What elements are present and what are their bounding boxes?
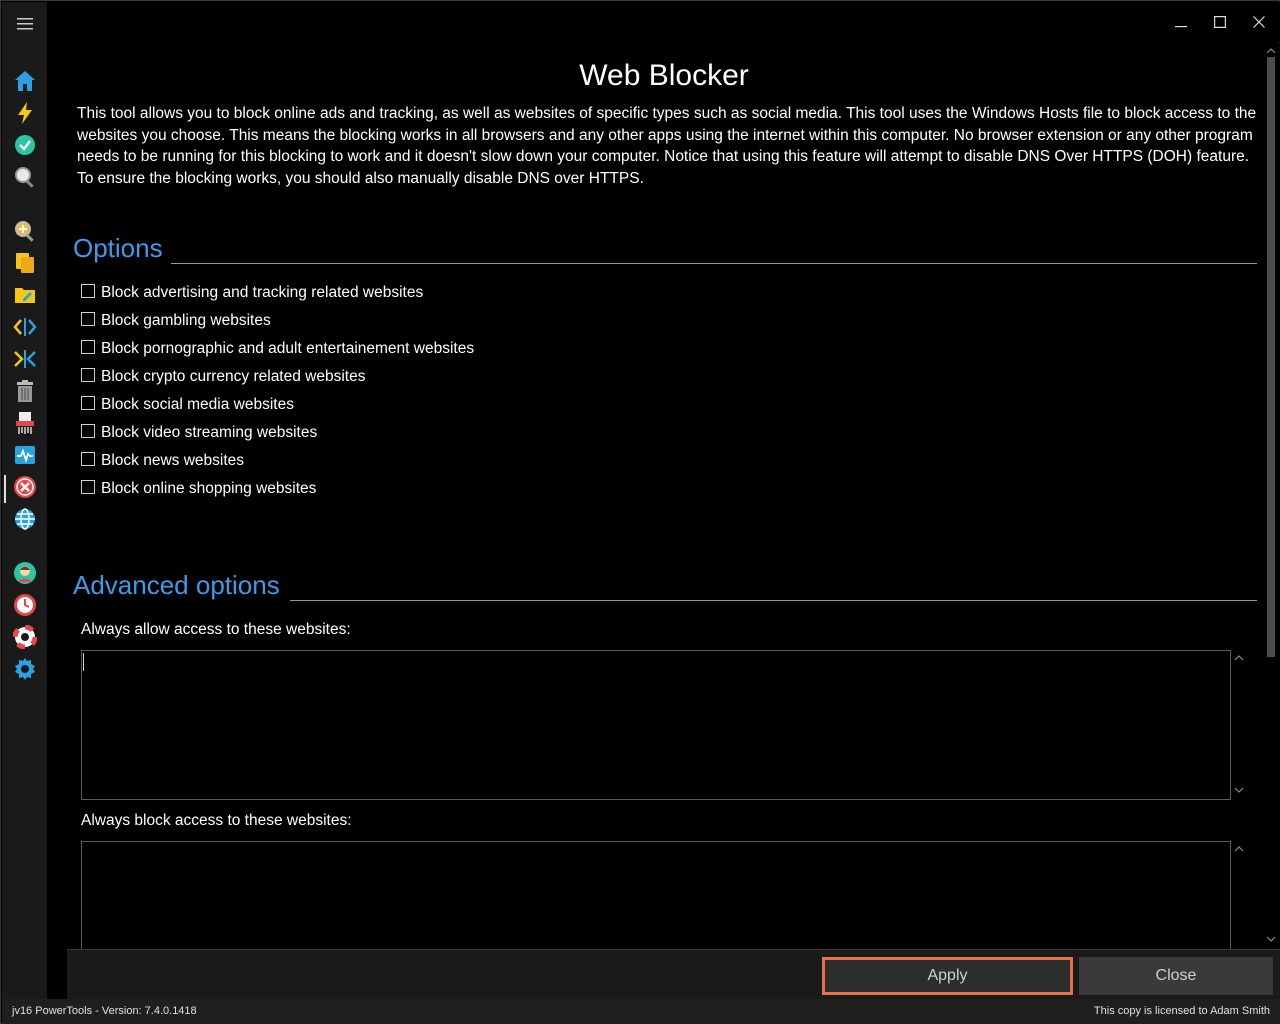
option-label: Block social media websites [101, 396, 294, 413]
maximize-icon[interactable] [1208, 10, 1232, 34]
options-heading: Options [73, 233, 163, 263]
option-shopping[interactable]: Block online shopping websites [81, 477, 316, 501]
option-news[interactable]: Block news websites [81, 449, 244, 473]
activity-chart-icon[interactable] [12, 442, 38, 468]
lightning-icon[interactable] [12, 100, 38, 126]
checkbox[interactable] [81, 284, 95, 298]
app-window: Web Blocker This tool allows you to bloc… [0, 0, 1280, 1024]
lifebuoy-icon[interactable] [12, 624, 38, 650]
checkbox[interactable] [81, 340, 95, 354]
folder-edit-icon[interactable] [12, 282, 38, 308]
option-gambling[interactable]: Block gambling websites [81, 309, 271, 333]
checkbox[interactable] [81, 368, 95, 382]
scroll-up-icon[interactable] [1233, 652, 1245, 664]
minimize-icon[interactable] [1169, 10, 1193, 34]
scroll-down-icon[interactable] [1233, 784, 1245, 796]
scroll-down-icon[interactable] [1265, 933, 1277, 945]
option-label: Block gambling websites [101, 312, 271, 329]
block-x-icon[interactable] [12, 474, 38, 500]
sidebar [2, 2, 47, 999]
home-icon[interactable] [12, 68, 38, 94]
options-divider [171, 263, 1257, 264]
merge-arrows-icon[interactable] [12, 346, 38, 372]
version-text: jv16 PowerTools - Version: 7.4.0.1418 [12, 1005, 197, 1017]
status-bar: jv16 PowerTools - Version: 7.4.0.1418 Th… [2, 999, 1280, 1024]
clock-icon[interactable] [12, 592, 38, 618]
text-caret [83, 653, 84, 671]
option-label: Block crypto currency related websites [101, 368, 366, 385]
trash-icon[interactable] [12, 378, 38, 404]
checkbox[interactable] [81, 312, 95, 326]
checkbox[interactable] [81, 424, 95, 438]
title-bar [47, 2, 1280, 42]
close-icon[interactable] [1247, 10, 1271, 34]
license-text: This copy is licensed to Adam Smith [1093, 1005, 1270, 1017]
scroll-up-icon[interactable] [1233, 843, 1245, 855]
page-title: Web Blocker [579, 59, 749, 92]
option-label: Block pornographic and adult entertainem… [101, 340, 475, 357]
option-social-media[interactable]: Block social media websites [81, 393, 294, 417]
magnifier-icon[interactable] [12, 164, 38, 190]
block-list-label: Always block access to these websites: [81, 812, 352, 829]
globe-icon[interactable] [12, 506, 38, 532]
close-button[interactable]: Close [1079, 957, 1273, 995]
advanced-divider [290, 600, 1257, 601]
scrollbar-thumb[interactable] [1267, 57, 1275, 657]
block-list-input[interactable] [81, 841, 1231, 949]
option-adult[interactable]: Block pornographic and adult entertainem… [81, 337, 474, 361]
active-indicator [4, 475, 6, 503]
code-arrows-icon[interactable] [12, 314, 38, 340]
shredder-icon[interactable] [12, 410, 38, 436]
checkbox[interactable] [81, 452, 95, 466]
advanced-heading: Advanced options [73, 570, 280, 600]
user-support-icon[interactable] [12, 560, 38, 586]
allow-list-scrollbar[interactable] [1231, 650, 1247, 800]
main-scrollbar[interactable] [1263, 43, 1280, 949]
block-list-scrollbar[interactable] [1231, 841, 1247, 949]
gear-icon[interactable] [12, 656, 38, 682]
option-crypto[interactable]: Block crypto currency related websites [81, 365, 365, 389]
zoom-in-icon[interactable] [12, 218, 38, 244]
page-description: This tool allows you to block online ads… [77, 105, 1257, 187]
scroll-up-icon[interactable] [1265, 45, 1277, 57]
check-circle-icon[interactable] [12, 132, 38, 158]
allow-list-input[interactable] [81, 650, 1231, 800]
allow-list-label: Always allow access to these websites: [81, 621, 351, 638]
option-label: Block online shopping websites [101, 480, 317, 497]
option-label: Block video streaming websites [101, 424, 318, 441]
option-advertising[interactable]: Block advertising and tracking related w… [81, 281, 423, 305]
option-label: Block news websites [101, 452, 245, 469]
checkbox[interactable] [81, 396, 95, 410]
checkbox[interactable] [81, 480, 95, 494]
option-label: Block advertising and tracking related w… [101, 284, 424, 301]
content-area: Web Blocker This tool allows you to bloc… [47, 43, 1263, 949]
files-icon[interactable] [12, 250, 38, 276]
hamburger-icon[interactable] [12, 11, 38, 37]
option-video-streaming[interactable]: Block video streaming websites [81, 421, 317, 445]
apply-button[interactable]: Apply [822, 957, 1073, 995]
